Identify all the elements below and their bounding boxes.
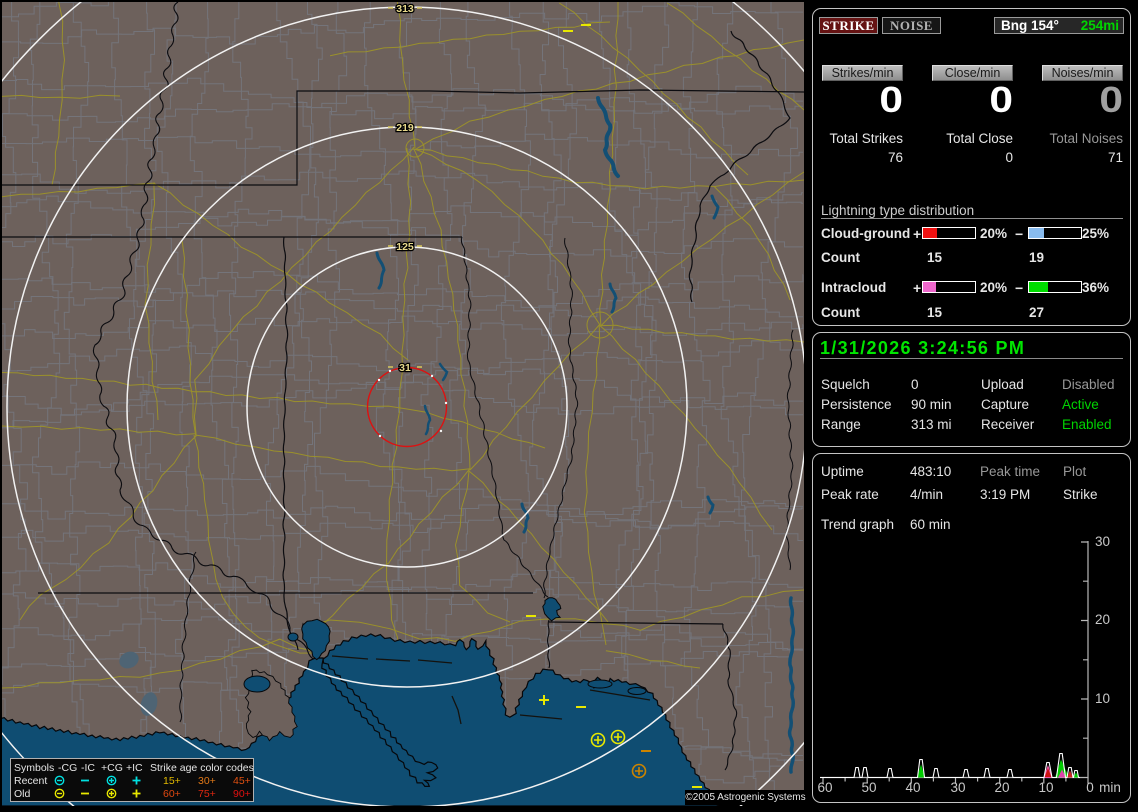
svg-text:Recent: Recent <box>14 775 47 787</box>
svg-text:45+: 45+ <box>233 775 251 787</box>
svg-text:Old: Old <box>14 788 31 800</box>
svg-text:75+: 75+ <box>198 788 216 800</box>
svg-text:90+: 90+ <box>233 788 251 800</box>
svg-text:219: 219 <box>396 122 414 134</box>
svg-text:+IC: +IC <box>126 762 143 774</box>
svg-text:15+: 15+ <box>163 775 181 787</box>
svg-text:-CG: -CG <box>58 762 77 774</box>
svg-text:-IC: -IC <box>81 762 95 774</box>
svg-text:313: 313 <box>396 3 414 15</box>
svg-text:Strike age color codes: Strike age color codes <box>150 762 254 774</box>
svg-text:125: 125 <box>396 241 414 253</box>
svg-text:Symbols: Symbols <box>14 762 54 774</box>
svg-text:30+: 30+ <box>198 775 216 787</box>
svg-text:60+: 60+ <box>163 788 181 800</box>
svg-text:31: 31 <box>399 362 411 374</box>
svg-text:+CG: +CG <box>101 762 123 774</box>
